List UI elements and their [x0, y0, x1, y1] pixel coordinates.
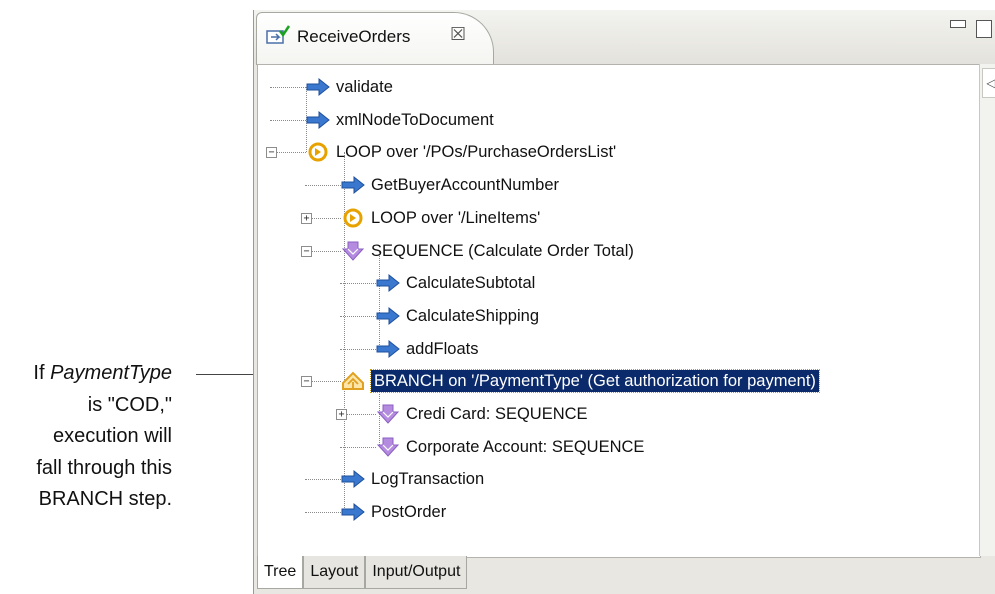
tree-node-label[interactable]: BRANCH on '/PaymentType' (Get authorizat… — [370, 369, 820, 394]
collapse-node-icon[interactable]: − — [301, 376, 312, 388]
invoke-arrow-icon — [306, 110, 330, 130]
annotation-line-4: fall through this — [36, 456, 172, 479]
tree-connector-vertical — [379, 250, 380, 349]
sequence-icon — [376, 404, 400, 424]
flow-step-tree: validate xmlNodeToDocument − LOOP over '/PO… — [258, 65, 980, 557]
tree-node-label[interactable]: LogTransaction — [371, 468, 484, 490]
tree-connector-horizontal — [305, 479, 341, 481]
invoke-arrow-icon — [341, 469, 365, 489]
invoke-arrow-icon — [341, 175, 365, 195]
close-icon[interactable]: ☒ — [450, 24, 466, 45]
tab-input-output[interactable]: Input/Output — [365, 556, 468, 589]
tree-node-label[interactable]: xmlNodeToDocument — [336, 109, 494, 131]
tree-connector-horizontal — [340, 283, 376, 285]
loop-icon — [306, 142, 330, 162]
tree-connector-vertical — [344, 152, 345, 513]
tree-connector-horizontal — [305, 512, 341, 514]
bottom-tab-bar: Tree Layout Input/Output — [257, 556, 468, 590]
collapse-node-icon[interactable]: − — [266, 147, 277, 159]
invoke-arrow-icon — [341, 502, 365, 522]
tree-connector-horizontal — [340, 315, 376, 317]
tree-node-label[interactable]: LOOP over '/POs/PurchaseOrdersList' — [336, 141, 616, 163]
expand-node-icon[interactable]: + — [336, 409, 347, 420]
tree-node-label[interactable]: CalculateSubtotal — [406, 272, 535, 294]
flow-editor: ReceiveOrders ☒ validate xmlNodeToDocumen… — [253, 10, 995, 594]
tree-node-label[interactable]: LOOP over '/LineItems' — [371, 207, 540, 229]
tree-connector-horizontal — [340, 446, 376, 448]
tree-connector-horizontal — [305, 185, 341, 187]
flow-service-icon — [266, 25, 291, 44]
loop-icon — [341, 208, 365, 228]
tab-receive-orders[interactable]: ReceiveOrders ☒ — [256, 12, 494, 65]
maximize-button[interactable] — [976, 20, 992, 38]
collapse-arrow-icon[interactable]: ◁ — [982, 68, 995, 98]
sequence-icon — [376, 437, 400, 457]
invoke-arrow-icon — [376, 339, 400, 359]
tree-connector-horizontal — [340, 348, 376, 350]
tree-node-label[interactable]: Credi Card: SEQUENCE — [406, 403, 588, 425]
annotation-prefix: If — [33, 362, 51, 384]
tree-node-label[interactable]: CalculateShipping — [406, 305, 539, 327]
tree-node-label[interactable]: addFloats — [406, 338, 478, 360]
tree-node-label[interactable]: GetBuyerAccountNumber — [371, 174, 559, 196]
sequence-icon — [341, 241, 365, 261]
annotation-line-3: execution will — [53, 425, 172, 447]
tree-view: validate xmlNodeToDocument − LOOP over '/PO… — [257, 64, 981, 558]
expand-node-icon[interactable]: + — [301, 212, 312, 224]
editor-tab-strip: ReceiveOrders ☒ — [254, 10, 995, 65]
tree-node-label[interactable]: SEQUENCE (Calculate Order Total) — [371, 240, 634, 262]
invoke-arrow-icon — [376, 273, 400, 293]
annotation-emphasis: PaymentType — [50, 362, 172, 384]
invoke-arrow-icon — [376, 306, 400, 326]
collapse-node-icon[interactable]: − — [301, 245, 312, 257]
tab-layout[interactable]: Layout — [303, 556, 366, 589]
tree-node-label[interactable]: PostOrder — [371, 501, 446, 523]
tab-title: ReceiveOrders — [297, 27, 411, 46]
tree-connector-horizontal — [270, 119, 306, 121]
tree-connector-horizontal — [270, 87, 306, 88]
tab-tree[interactable]: Tree — [257, 556, 304, 589]
branch-icon — [341, 371, 365, 391]
tree-node-label[interactable]: validate — [336, 76, 393, 98]
tree-node-label[interactable]: Corporate Account: SEQUENCE — [406, 436, 644, 458]
annotation-callout: If PaymentType is "COD," execution will … — [0, 358, 172, 516]
minimize-button[interactable] — [950, 20, 966, 28]
annotation-line-5: BRANCH step. — [38, 488, 172, 510]
vertical-scrollbar[interactable]: ◁ — [979, 64, 995, 556]
annotation-line-2: is "COD," — [87, 393, 172, 416]
invoke-arrow-icon — [306, 77, 330, 97]
annotation-line-1: If PaymentType — [0, 358, 172, 390]
